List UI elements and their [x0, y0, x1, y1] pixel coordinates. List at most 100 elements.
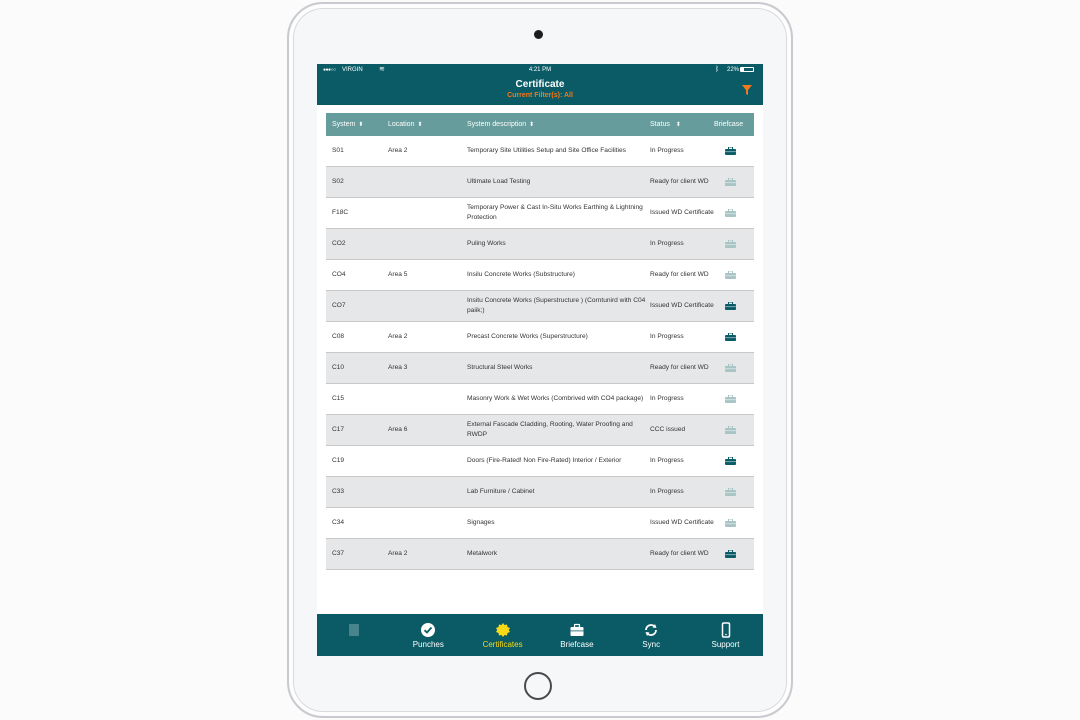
briefcase-toggle[interactable]: [725, 240, 737, 249]
tab-punches[interactable]: Punches: [391, 614, 465, 656]
column-header-status-label: Status: [650, 121, 670, 128]
battery-percent: 22%: [727, 67, 740, 73]
table-row[interactable]: C08 Area 2 Precast Concrete Works (Superst…: [326, 322, 754, 353]
column-header-description[interactable]: System description ⬍: [467, 121, 534, 128]
cell-status: Ready for client WD: [650, 271, 709, 278]
cell-description: Doors (Fire-Rated! Non Fire-Rated) Inter…: [467, 457, 622, 464]
tab-certificates[interactable]: Certificates: [466, 614, 540, 656]
certificate-table: System ⬍ Location ⬍ System description ⬍ St…: [326, 113, 754, 570]
briefcase-icon: [725, 426, 736, 434]
briefcase-icon: [725, 333, 736, 341]
cell-description: Insilu Concrete Works (Substructure): [467, 271, 575, 278]
check-circle-icon: [420, 622, 436, 638]
cell-status: In Progress: [650, 147, 684, 154]
cell-description: Puling Works: [467, 240, 506, 247]
cell-system: CO7: [332, 302, 346, 309]
cell-status: Issued WD Certificate: [650, 302, 714, 309]
cell-system: CO4: [332, 271, 346, 278]
cell-status: Ready for client WD: [650, 178, 709, 185]
briefcase-toggle[interactable]: [725, 426, 737, 435]
table-row[interactable]: CO4 Area 5 Insilu Concrete Works (Substruc…: [326, 260, 754, 291]
certificate-seal-icon: [495, 622, 511, 638]
briefcase-icon: [725, 364, 736, 372]
phone-icon: [718, 622, 734, 638]
briefcase-icon: [725, 457, 736, 465]
cell-description: Masonry Work & Wet Works (Combrived with…: [467, 395, 644, 402]
briefcase-toggle[interactable]: [725, 395, 737, 404]
cell-description: Structural Steel Works: [467, 364, 533, 371]
cell-location: Area 2: [388, 147, 408, 154]
cell-system: F18C: [332, 209, 349, 216]
briefcase-toggle[interactable]: [725, 457, 737, 466]
table-row[interactable]: C15 Masonry Work & Wet Works (Combrived w…: [326, 384, 754, 415]
table-row[interactable]: C37 Area 2 Metalwork Ready for client WD: [326, 539, 754, 570]
cell-system: C34: [332, 519, 345, 526]
column-header-location[interactable]: Location ⬍: [388, 121, 423, 128]
briefcase-toggle[interactable]: [725, 147, 737, 156]
camera: [534, 30, 543, 39]
cell-location: Area 5: [388, 271, 408, 278]
cell-status: Ready for client WD: [650, 550, 709, 557]
cell-system: CO2: [332, 240, 346, 247]
table-body: S01 Area 2 Temporary Site Utilities Setup …: [326, 136, 754, 570]
table-row[interactable]: S02 Ultimate Load Testing Ready for client…: [326, 167, 754, 198]
tab-briefcase[interactable]: Briefcase: [540, 614, 614, 656]
briefcase-toggle[interactable]: [725, 364, 737, 373]
briefcase-toggle[interactable]: [725, 519, 737, 528]
tab-label: Punches: [412, 640, 444, 649]
briefcase-toggle[interactable]: [725, 550, 737, 559]
column-header-briefcase: Briefcase: [714, 121, 744, 128]
tab-label: Support: [711, 640, 740, 649]
tab-label: Briefcase: [560, 640, 594, 649]
cell-system: C19: [332, 457, 345, 464]
cell-system: S02: [332, 178, 344, 185]
table-row[interactable]: C10 Area 3 Structural Steel Works Ready for…: [326, 353, 754, 384]
column-header-status[interactable]: Status ⬍: [650, 121, 681, 128]
table-row[interactable]: C17 Area 6 External Fascade Cladding, Root…: [326, 415, 754, 446]
briefcase-toggle[interactable]: [725, 302, 737, 311]
cell-description: Lab Furniture / Cabinet: [467, 488, 535, 495]
column-header-system[interactable]: System ⬍: [332, 121, 363, 128]
cell-system: C10: [332, 364, 345, 371]
cell-system: C08: [332, 333, 345, 340]
tab-sync[interactable]: Sync: [614, 614, 688, 656]
cell-location: Area 6: [388, 426, 408, 433]
table-row[interactable]: C19 Doors (Fire-Rated! Non Fire-Rated) In…: [326, 446, 754, 477]
home-button[interactable]: [524, 672, 552, 700]
table-row[interactable]: S01 Area 2 Temporary Site Utilities Setup …: [326, 136, 754, 167]
bluetooth-icon: ᛒ: [715, 66, 720, 73]
cell-description: Metalwork: [467, 550, 498, 557]
status-time: 4:21 PM: [528, 67, 552, 73]
cell-description: Temporary Power & Cast In-Situ Works Ear…: [467, 204, 643, 221]
table-row[interactable]: C34 Signages Issued WD Certificate: [326, 508, 754, 539]
bottom-tab-bar: Punches Certificates Briefcase Sync Support: [317, 614, 763, 656]
briefcase-icon: [569, 622, 585, 638]
cell-status: In Progress: [650, 395, 684, 402]
cell-location: Area 2: [388, 333, 408, 340]
tab-support[interactable]: Support: [689, 614, 763, 656]
sort-icon: ⬍: [417, 122, 423, 128]
cell-status: In Progress: [650, 240, 684, 247]
briefcase-icon: [725, 488, 736, 496]
cell-status: Issued WD Certificate: [650, 209, 714, 216]
filter-icon[interactable]: [741, 84, 753, 96]
table-row[interactable]: C33 Lab Furniture / Cabinet In Progress: [326, 477, 754, 508]
briefcase-toggle[interactable]: [725, 209, 737, 218]
cell-description: Precast Concrete Works (Superstructure): [467, 333, 588, 340]
cell-status: In Progress: [650, 457, 684, 464]
briefcase-toggle[interactable]: [725, 271, 737, 280]
briefcase-toggle[interactable]: [725, 488, 737, 497]
tab-first[interactable]: [317, 614, 391, 656]
table-row[interactable]: F18C Temporary Power & Cast In-Situ Works…: [326, 198, 754, 229]
briefcase-icon: [725, 240, 736, 248]
briefcase-toggle[interactable]: [725, 333, 737, 342]
cell-location: Area 3: [388, 364, 408, 371]
table-row[interactable]: CO2 Puling Works In Progress: [326, 229, 754, 260]
briefcase-icon: [725, 147, 736, 155]
page-title: Certificate: [515, 79, 565, 90]
briefcase-toggle[interactable]: [725, 178, 737, 187]
table-row[interactable]: CO7 Insitu Concrete Works (Superstructure…: [326, 291, 754, 322]
cell-description: Signages: [467, 519, 495, 526]
current-filter-label: Current Filter(s): All: [507, 92, 573, 99]
cell-description: Insitu Concrete Works (Superstructure ) …: [467, 297, 646, 314]
